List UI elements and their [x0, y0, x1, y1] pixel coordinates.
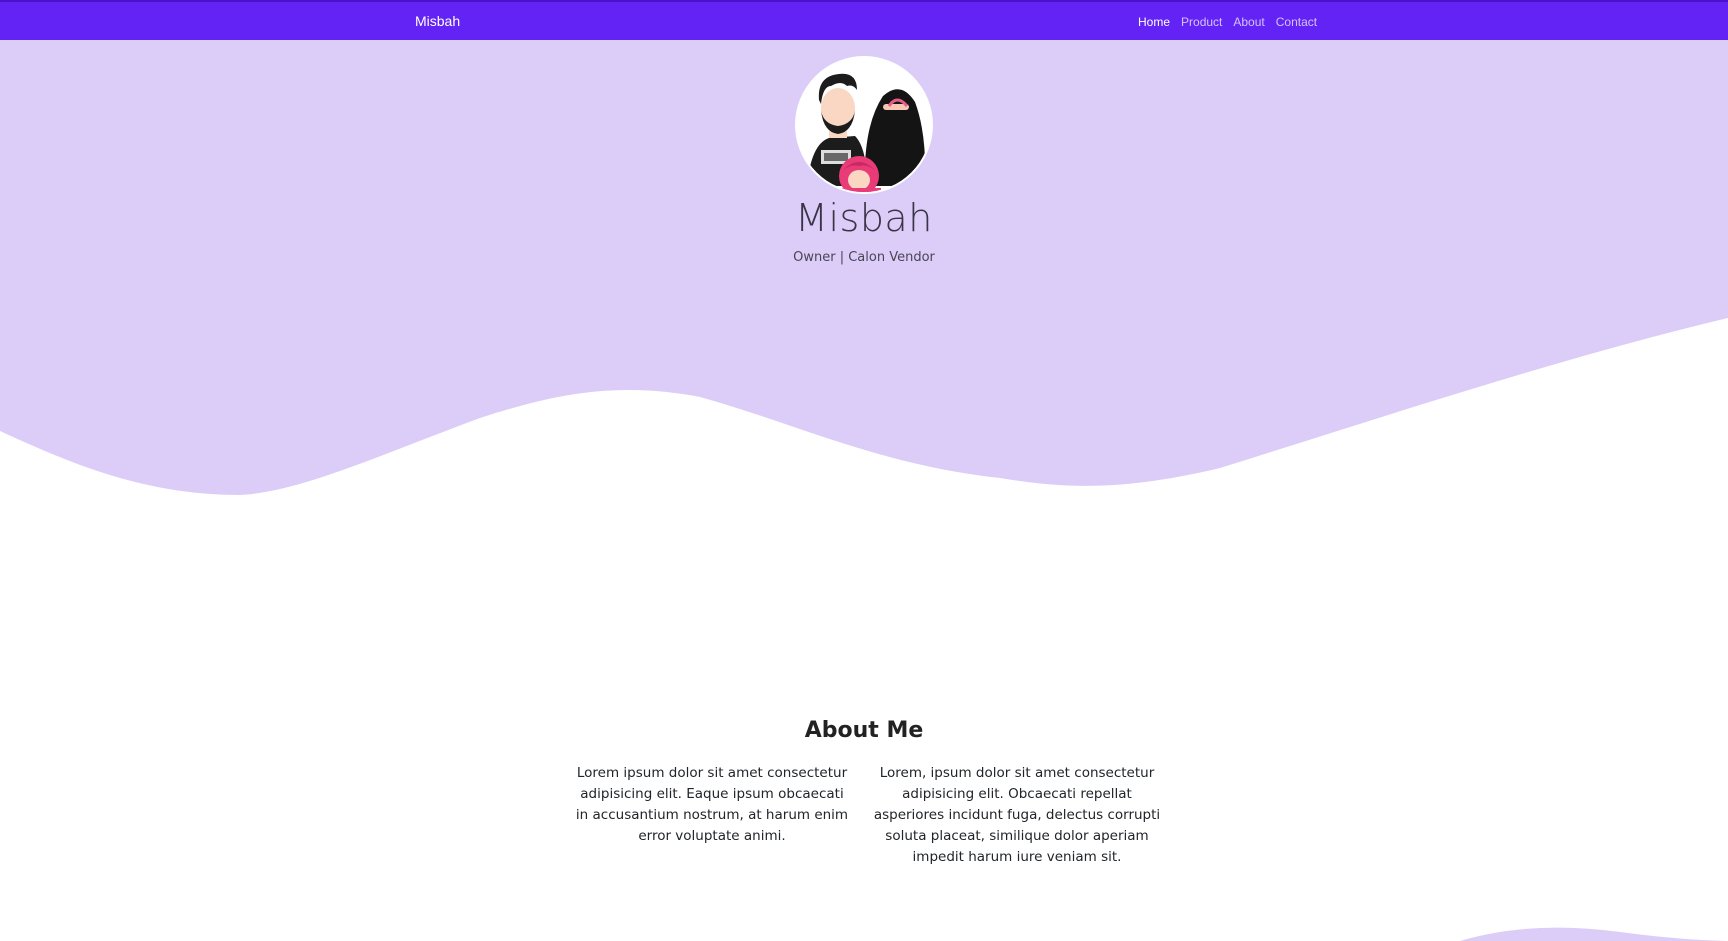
about-paragraph-right: Lorem, ipsum dolor sit amet consectetur …	[873, 765, 1161, 865]
nav-link-product[interactable]: Product	[1181, 15, 1222, 29]
page: Misbah Home Product About Contact Misbah…	[0, 0, 1728, 941]
nav-links: Home Product About Contact	[1138, 15, 1317, 29]
family-avatar-icon	[795, 56, 933, 194]
nav-link-contact[interactable]: Contact	[1276, 15, 1317, 29]
hero-name: Misbah	[795, 196, 933, 240]
navbar: Misbah Home Product About Contact	[0, 0, 1728, 40]
about-title: About Me	[804, 718, 924, 743]
about-paragraph-left: Lorem ipsum dolor sit amet consectetur a…	[575, 765, 849, 844]
hero-subtitle: Owner | Calon Vendor	[793, 250, 935, 265]
nav-link-about[interactable]: About	[1233, 15, 1264, 29]
navbar-brand[interactable]: Misbah	[415, 13, 460, 29]
nav-link-home[interactable]: Home	[1138, 15, 1170, 29]
bottom-wave-shape	[1440, 920, 1728, 941]
